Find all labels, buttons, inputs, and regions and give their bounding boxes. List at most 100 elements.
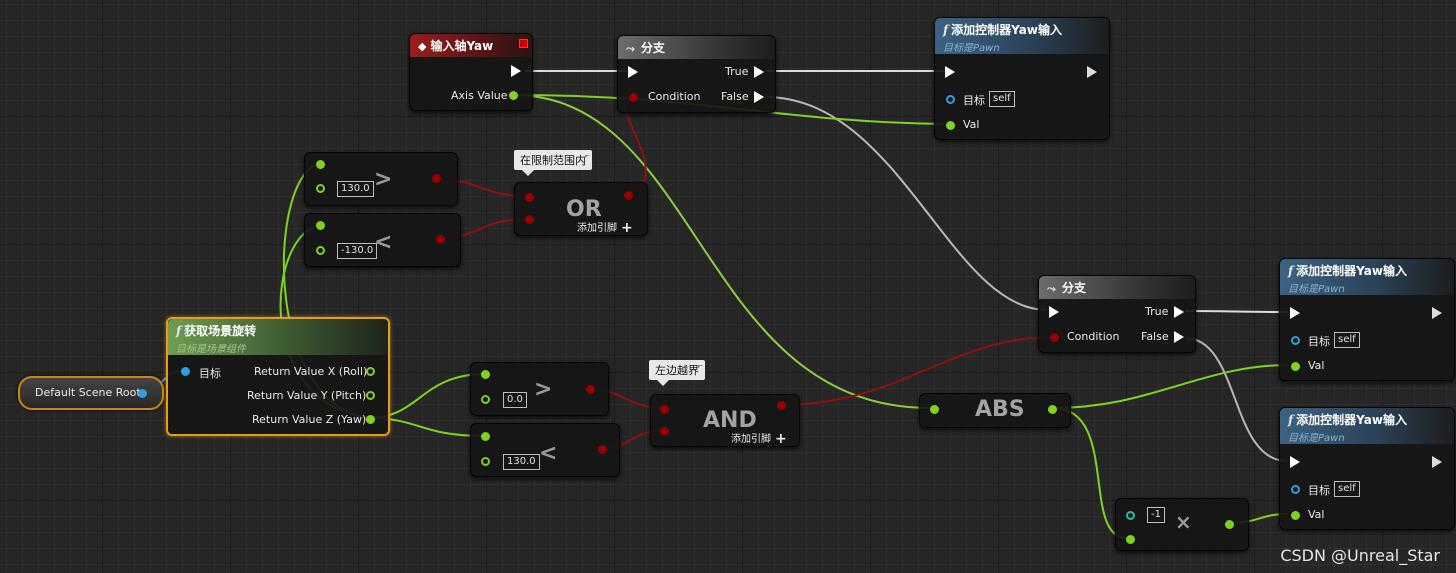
- exec-out-pin[interactable]: [511, 65, 521, 77]
- compare-value-field[interactable]: 130.0: [503, 454, 540, 470]
- greater-node-1[interactable]: 130.0 >: [304, 152, 458, 206]
- val-label: Val: [1308, 359, 1325, 372]
- input-b-pin[interactable]: [481, 457, 490, 466]
- int-input-pin[interactable]: [1126, 511, 1135, 520]
- input-a-pin[interactable]: [525, 193, 534, 202]
- multiply-node[interactable]: -1 ×: [1115, 498, 1249, 551]
- add-pin-button[interactable]: 添加引脚 +: [577, 219, 633, 236]
- exec-out-pin[interactable]: [1432, 456, 1442, 468]
- input-a-pin[interactable]: [316, 221, 325, 230]
- and-node[interactable]: AND 添加引脚 +: [650, 394, 800, 447]
- self-field[interactable]: self: [989, 91, 1015, 107]
- val-pin[interactable]: [1291, 511, 1300, 520]
- val-label: Val: [963, 118, 980, 131]
- branch-node-2[interactable]: ⤳ 分支 True Condition False: [1038, 275, 1196, 353]
- input-a-pin[interactable]: [481, 432, 490, 441]
- exec-in-pin[interactable]: [1049, 306, 1059, 318]
- input-b-pin[interactable]: [525, 215, 534, 224]
- true-label: True: [1145, 305, 1169, 318]
- input-a-pin[interactable]: [660, 405, 669, 414]
- input-a-pin[interactable]: [481, 370, 490, 379]
- add-yaw-node-1[interactable]: f 添加控制器Yaw输入 目标是Pawn 目标 self Val: [934, 17, 1110, 140]
- condition-label: Condition: [1067, 330, 1120, 343]
- or-node[interactable]: OR 添加引脚 +: [514, 182, 648, 236]
- condition-pin[interactable]: [629, 93, 638, 102]
- default-scene-root-node[interactable]: Default Scene Root: [18, 376, 164, 410]
- bool-out-pin[interactable]: [432, 174, 441, 183]
- val-pin[interactable]: [946, 121, 955, 130]
- less-node-1[interactable]: -130.0 <: [304, 213, 461, 267]
- bool-out-pin[interactable]: [598, 445, 607, 454]
- comment-in-range[interactable]: 在限制范围内 ⬐: [514, 150, 592, 176]
- input-b-pin[interactable]: [316, 246, 325, 255]
- input-axis-header: ◆ 输入轴Yaw: [410, 34, 532, 57]
- function-icon: f: [1288, 264, 1294, 278]
- function-icon: f: [943, 23, 949, 37]
- comment-left-bound[interactable]: 左边越界 ⬐: [649, 360, 705, 386]
- float-input-pin[interactable]: [1126, 535, 1135, 544]
- comment-bubble-icon: ⬐: [696, 361, 703, 370]
- exec-in-pin[interactable]: [945, 66, 955, 78]
- return-z-pin[interactable]: [366, 415, 375, 424]
- return-y-label: Return Value Y (Pitch): [247, 389, 367, 402]
- exec-in-pin[interactable]: [628, 66, 638, 78]
- false-exec-pin[interactable]: [754, 91, 764, 103]
- input-b-pin[interactable]: [660, 427, 669, 436]
- add-pin-button[interactable]: 添加引脚 +: [731, 430, 787, 447]
- input-b-pin[interactable]: [316, 184, 325, 193]
- target-pin[interactable]: [1291, 485, 1300, 494]
- target-pin[interactable]: [946, 95, 955, 104]
- true-label: True: [725, 65, 749, 78]
- target-label: 目标: [199, 367, 221, 380]
- false-label: False: [1141, 330, 1169, 343]
- compare-value-field[interactable]: 130.0: [337, 181, 374, 197]
- condition-pin[interactable]: [1050, 333, 1059, 342]
- val-pin[interactable]: [1291, 362, 1300, 371]
- multiply-value-field[interactable]: -1: [1147, 507, 1165, 523]
- get-rotation-node[interactable]: f 获取场景旋转 目标是场景组件 目标 Return Value X (Roll)…: [166, 317, 390, 436]
- input-b-pin[interactable]: [481, 395, 490, 404]
- event-diamond-icon: ◆: [418, 40, 427, 53]
- axis-value-pin[interactable]: [509, 91, 518, 100]
- branch-node-1[interactable]: ⤳ 分支 True Condition False: [617, 35, 776, 113]
- input-pin[interactable]: [930, 405, 939, 414]
- true-exec-pin[interactable]: [1174, 306, 1184, 318]
- abs-node[interactable]: ABS: [919, 393, 1071, 428]
- input-a-pin[interactable]: [316, 160, 325, 169]
- self-field[interactable]: self: [1334, 332, 1360, 348]
- true-exec-pin[interactable]: [754, 66, 764, 78]
- false-exec-pin[interactable]: [1174, 331, 1184, 343]
- output-pin[interactable]: [1225, 520, 1234, 529]
- target-pin[interactable]: [1291, 336, 1300, 345]
- bool-out-pin[interactable]: [777, 401, 786, 410]
- exec-out-pin[interactable]: [1432, 307, 1442, 319]
- add-yaw-node-2[interactable]: f 添加控制器Yaw输入 目标是Pawn 目标 self Val: [1279, 258, 1455, 381]
- input-axis-event-node[interactable]: ◆ 输入轴Yaw Axis Value: [409, 33, 533, 111]
- add-yaw-header: f 添加控制器Yaw输入 目标是Pawn: [1280, 408, 1454, 444]
- bool-out-pin[interactable]: [624, 191, 633, 200]
- multiply-symbol: ×: [1175, 510, 1192, 534]
- return-y-pin[interactable]: [366, 391, 375, 400]
- output-pin[interactable]: [1048, 405, 1057, 414]
- compare-value-field[interactable]: 0.0: [503, 392, 527, 408]
- return-x-pin[interactable]: [366, 367, 375, 376]
- delegate-square-icon[interactable]: [519, 39, 528, 48]
- object-out-pin[interactable]: [138, 389, 147, 398]
- greater-node-2[interactable]: 0.0 >: [470, 362, 609, 416]
- bool-out-pin[interactable]: [586, 385, 595, 394]
- exec-in-pin[interactable]: [1290, 307, 1300, 319]
- condition-label: Condition: [648, 90, 701, 103]
- target-pin[interactable]: [181, 367, 190, 376]
- less-symbol: <: [539, 441, 558, 466]
- function-icon: f: [1288, 413, 1294, 427]
- exec-in-pin[interactable]: [1290, 456, 1300, 468]
- get-rotation-header: f 获取场景旋转 目标是场景组件: [168, 319, 388, 355]
- compare-value-field[interactable]: -130.0: [337, 243, 378, 259]
- self-field[interactable]: self: [1334, 481, 1360, 497]
- less-node-2[interactable]: 130.0 <: [470, 423, 620, 477]
- bool-out-pin[interactable]: [436, 235, 445, 244]
- exec-out-pin[interactable]: [1087, 66, 1097, 78]
- add-yaw-node-3[interactable]: f 添加控制器Yaw输入 目标是Pawn 目标 self Val: [1279, 407, 1455, 530]
- axis-value-label: Axis Value: [451, 89, 508, 102]
- branch-header: ⤳ 分支: [618, 36, 775, 59]
